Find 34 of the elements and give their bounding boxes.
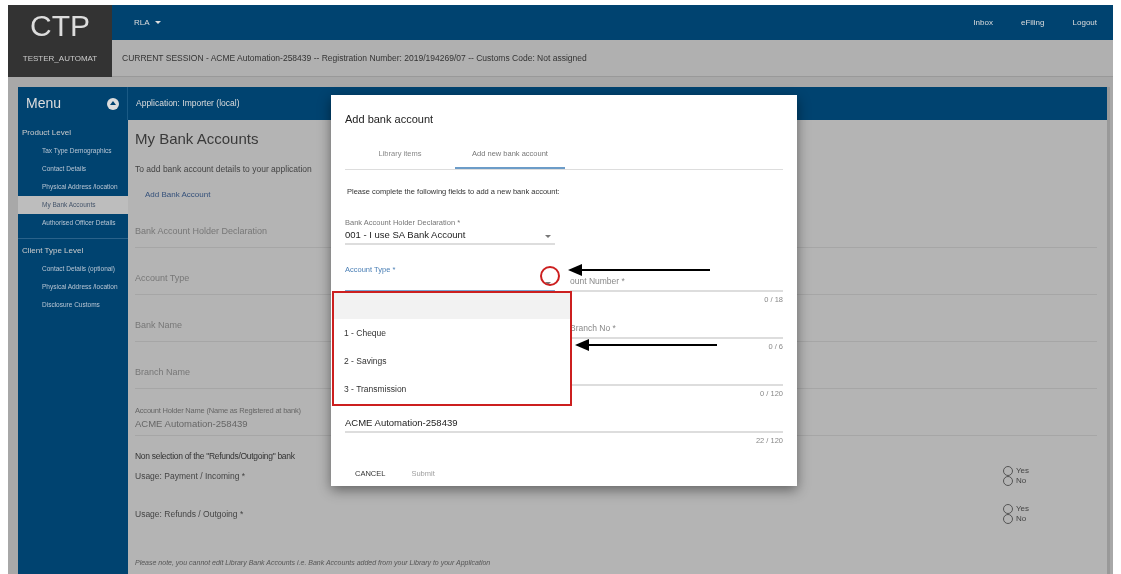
notice-text: Non selection of the "Refunds/Outgoing" bank <box>135 449 296 463</box>
logo-text: CTP <box>30 9 90 43</box>
radio-label: No <box>1015 514 1027 523</box>
nav-link[interactable]: eFiling <box>1020 16 1045 29</box>
radio-label: No <box>1015 476 1027 485</box>
usage-label: Usage: Payment / Incoming * <box>135 469 246 483</box>
dropdown-option[interactable]: 1 - Cheque <box>334 319 570 347</box>
field-label: Bank Name <box>135 318 183 332</box>
nav-link[interactable]: Inbox <box>973 16 993 29</box>
radio-label: Yes <box>1015 466 1029 475</box>
caret-icon <box>545 281 551 285</box>
menu-title: Menu <box>26 94 62 113</box>
add-bank-account-link[interactable]: Add Bank Account <box>145 189 211 202</box>
nav-link[interactable]: Logout <box>1072 16 1097 29</box>
radio-label: Yes <box>1015 504 1029 513</box>
field-label: Branch Name <box>135 365 191 379</box>
input-field[interactable]: ACME Automation-258439 <box>345 414 783 433</box>
field-value: ACME Automation-258439 <box>135 416 248 431</box>
sidebar-section-title: Product Level <box>21 127 72 139</box>
session-text: CURRENT SESSION - ACME Automation-258439 -- Registration Number: 2019/194269/07 -- Customs Code: Not assigned <box>122 51 587 65</box>
dropdown-option[interactable]: 3 - Transmission <box>334 375 570 403</box>
application-label: Application: Importer (local) <box>136 97 240 110</box>
usage-label: Usage: Refunds / Outgoing * <box>135 507 244 521</box>
rla-menu[interactable]: RLA <box>134 16 161 29</box>
dropdown-option[interactable]: 2 - Savings <box>334 347 570 375</box>
input-field[interactable]: ount Number * <box>570 273 783 292</box>
user-name: TESTER_AUTOMAT <box>22 53 98 65</box>
sidebar-section-title: Client Type Level <box>21 245 85 257</box>
dialog-title: Add bank account <box>345 112 435 127</box>
page-title: My Bank Accounts <box>135 129 260 149</box>
caret-icon <box>545 234 551 238</box>
caret-icon <box>154 21 161 24</box>
intro-text: To add bank account details to your application <box>135 162 313 176</box>
select-field[interactable]: 001 - I use SA Bank Account <box>345 226 555 245</box>
